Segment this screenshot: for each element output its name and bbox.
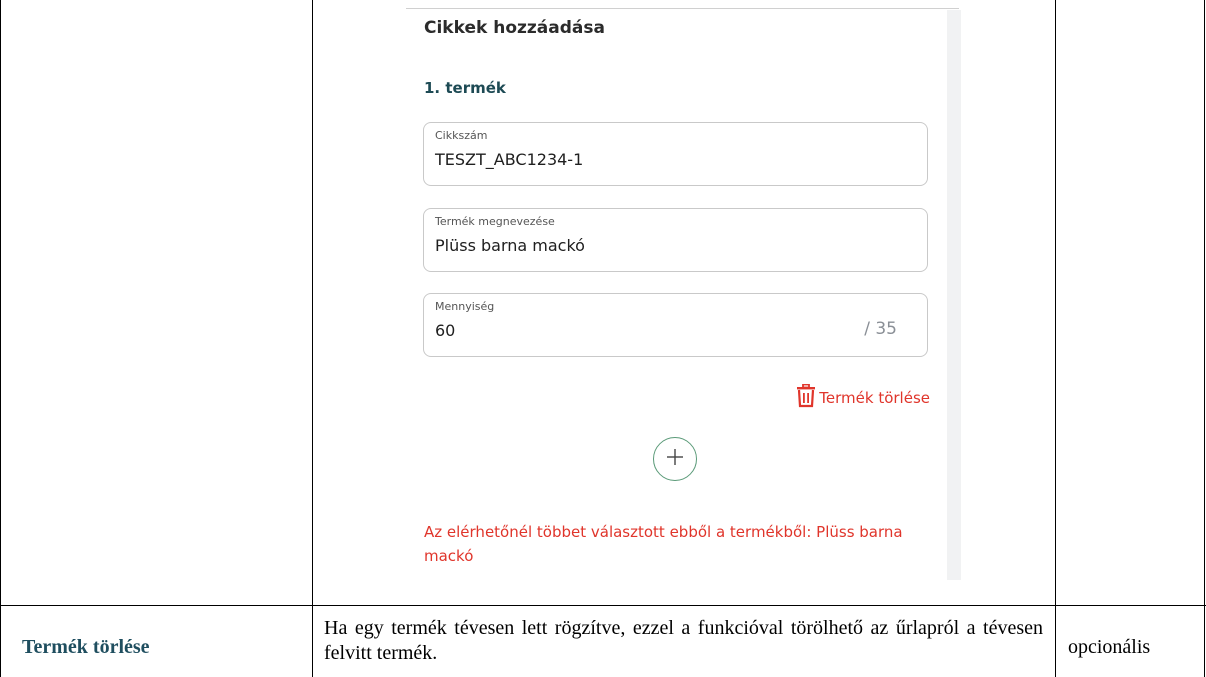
product-name-field[interactable]: Termék megnevezése Plüss barna mackó [423,208,928,272]
trash-icon [795,383,819,412]
form-title: Cikkek hozzáadása [424,18,605,38]
table-border-left [0,0,1,677]
product-name-value[interactable]: Plüss barna mackó [435,236,585,255]
product-heading: 1. termék [424,79,506,97]
scrollbar-track[interactable] [947,10,961,580]
feature-requirement: opcionális [1068,636,1151,658]
panel-top-border [406,8,959,9]
feature-name: Termék törlése [22,636,150,658]
quantity-value[interactable]: 60 [435,321,455,340]
quantity-field[interactable]: Mennyiség 60 / 35 [423,293,928,357]
table-border-col1 [312,0,313,677]
delete-product-label: Termék törlése [819,389,930,407]
table-border-col2 [1055,0,1056,677]
table-border-right [1204,0,1205,677]
quantity-max: / 35 [864,319,897,339]
delete-product-button[interactable]: Termék törlése [795,383,930,412]
product-name-label: Termék megnevezése [435,215,555,228]
table-row-divider [0,605,1206,606]
quantity-label: Mennyiség [435,300,495,313]
plus-icon [665,447,685,471]
add-product-button[interactable] [653,437,697,481]
error-message: Az elérhetőnél többet választott ebből a… [424,523,903,565]
feature-description: Ha egy termék tévesen lett rögzítve, ezz… [324,617,1043,664]
sku-label: Cikkszám [435,129,488,142]
sku-value[interactable]: TESZT_ABC1234-1 [435,150,583,169]
sku-field[interactable]: Cikkszám TESZT_ABC1234-1 [423,122,928,186]
